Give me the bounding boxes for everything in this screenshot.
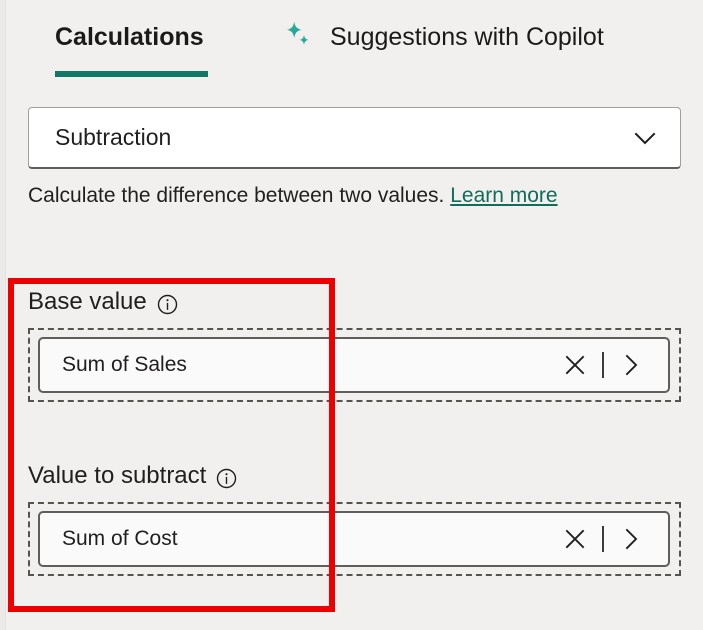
tab-selected-underline <box>55 71 208 77</box>
tab-suggestions-with-copilot[interactable]: Suggestions with Copilot <box>282 20 604 54</box>
tab-copilot-label: Suggestions with Copilot <box>330 23 604 51</box>
close-icon[interactable] <box>554 344 596 386</box>
field-group-base-value: Base value Sum of Sales <box>28 286 681 402</box>
base-value-text: Sum of Sales <box>62 353 187 376</box>
calculation-type-value: Subtraction <box>55 124 172 150</box>
base-value-label-row: Base value <box>28 286 681 318</box>
value-to-subtract-label: Value to subtract <box>28 462 207 489</box>
value-to-subtract-label-row: Value to subtract <box>28 460 681 492</box>
chevron-down-icon <box>630 123 660 153</box>
value-to-subtract-text: Sum of Cost <box>62 527 178 550</box>
base-value-combo[interactable]: Sum of Sales <box>38 337 670 393</box>
base-value-label: Base value <box>28 288 147 315</box>
copilot-sparkle-icon <box>282 20 316 54</box>
tab-strip: Calculations Suggestions with Copilot <box>0 0 703 90</box>
learn-more-link[interactable]: Learn more <box>450 184 557 207</box>
action-divider <box>602 352 604 378</box>
base-value-actions <box>554 344 652 386</box>
tab-calculations-label: Calculations <box>55 23 204 51</box>
calculation-type-dropdown[interactable]: Subtraction <box>28 107 681 169</box>
value-to-subtract-drop-zone[interactable]: Sum of Cost <box>28 502 681 576</box>
value-to-subtract-actions <box>554 518 652 560</box>
tab-calculations[interactable]: Calculations <box>55 20 204 54</box>
calculation-description-text: Calculate the difference between two val… <box>28 184 445 207</box>
action-divider <box>602 526 604 552</box>
close-icon[interactable] <box>554 518 596 560</box>
value-to-subtract-combo[interactable]: Sum of Cost <box>38 511 670 567</box>
field-group-value-to-subtract: Value to subtract Sum of Cost <box>28 460 681 576</box>
chevron-right-icon[interactable] <box>610 518 652 560</box>
info-icon[interactable] <box>157 292 178 314</box>
base-value-drop-zone[interactable]: Sum of Sales <box>28 328 681 402</box>
chevron-right-icon[interactable] <box>610 344 652 386</box>
calculation-description: Calculate the difference between two val… <box>28 182 558 210</box>
window-left-edge <box>0 0 6 630</box>
info-icon[interactable] <box>216 466 237 488</box>
